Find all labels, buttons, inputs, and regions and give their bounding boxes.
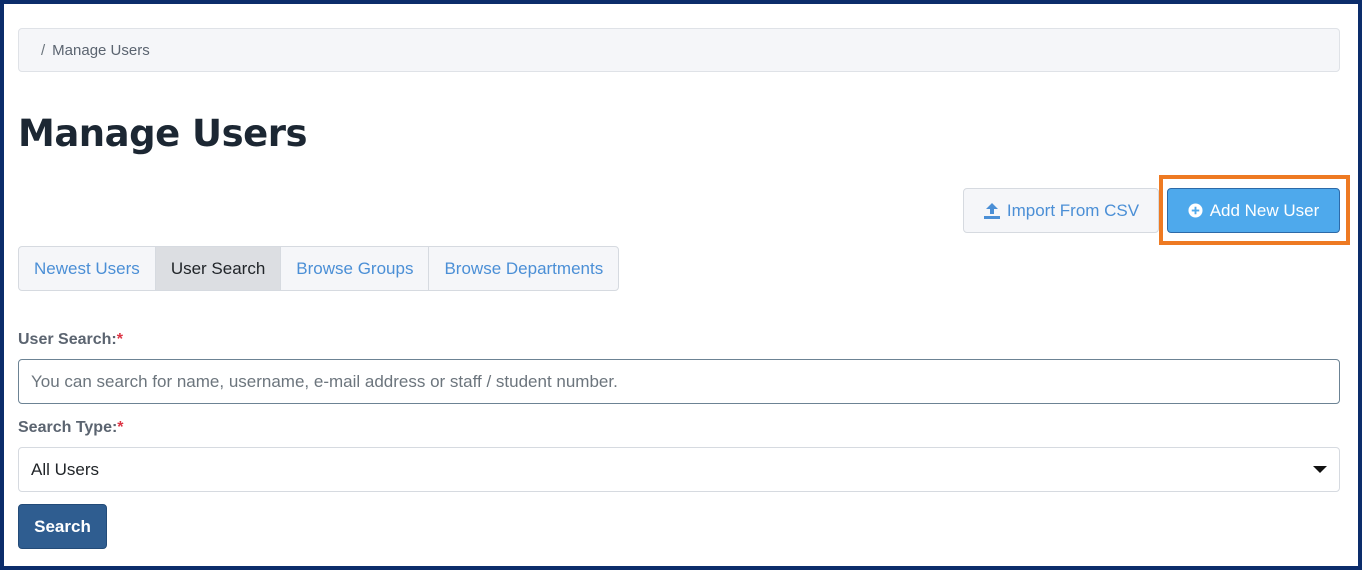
add-new-user-button[interactable]: Add New User [1167, 188, 1340, 233]
user-search-input[interactable]: You can search for name, username, e-mai… [18, 359, 1340, 404]
required-mark: * [117, 419, 124, 436]
user-search-label: User Search:* [18, 331, 123, 349]
tab-user-search[interactable]: User Search [155, 247, 282, 290]
search-type-label-text: Search Type: [18, 419, 118, 436]
user-search-placeholder: You can search for name, username, e-mai… [31, 371, 618, 391]
user-tabs: Newest Users User Search Browse Groups B… [18, 246, 620, 291]
tab-newest-users[interactable]: Newest Users [19, 247, 156, 290]
user-search-label-text: User Search: [18, 331, 117, 348]
breadcrumb: / Manage Users [18, 28, 1340, 72]
plus-circle-icon [1188, 203, 1203, 218]
upload-icon [983, 202, 1000, 219]
caret-down-icon [1313, 466, 1327, 473]
search-type-value: All Users [31, 459, 100, 479]
breadcrumb-separator: / [41, 41, 46, 59]
search-type-select[interactable]: All Users [18, 447, 1340, 492]
tab-browse-groups[interactable]: Browse Groups [281, 247, 430, 290]
search-button[interactable]: Search [18, 504, 107, 549]
add-new-user-label: Add New User [1209, 200, 1320, 220]
search-type-label: Search Type:* [18, 419, 124, 437]
import-label: Import From CSV [1006, 200, 1140, 220]
required-mark: * [116, 331, 123, 348]
breadcrumb-current: Manage Users [52, 41, 150, 59]
page-title: Manage Users [18, 112, 308, 155]
tab-browse-departments[interactable]: Browse Departments [429, 247, 618, 290]
import-from-csv-button[interactable]: Import From CSV [963, 188, 1159, 233]
